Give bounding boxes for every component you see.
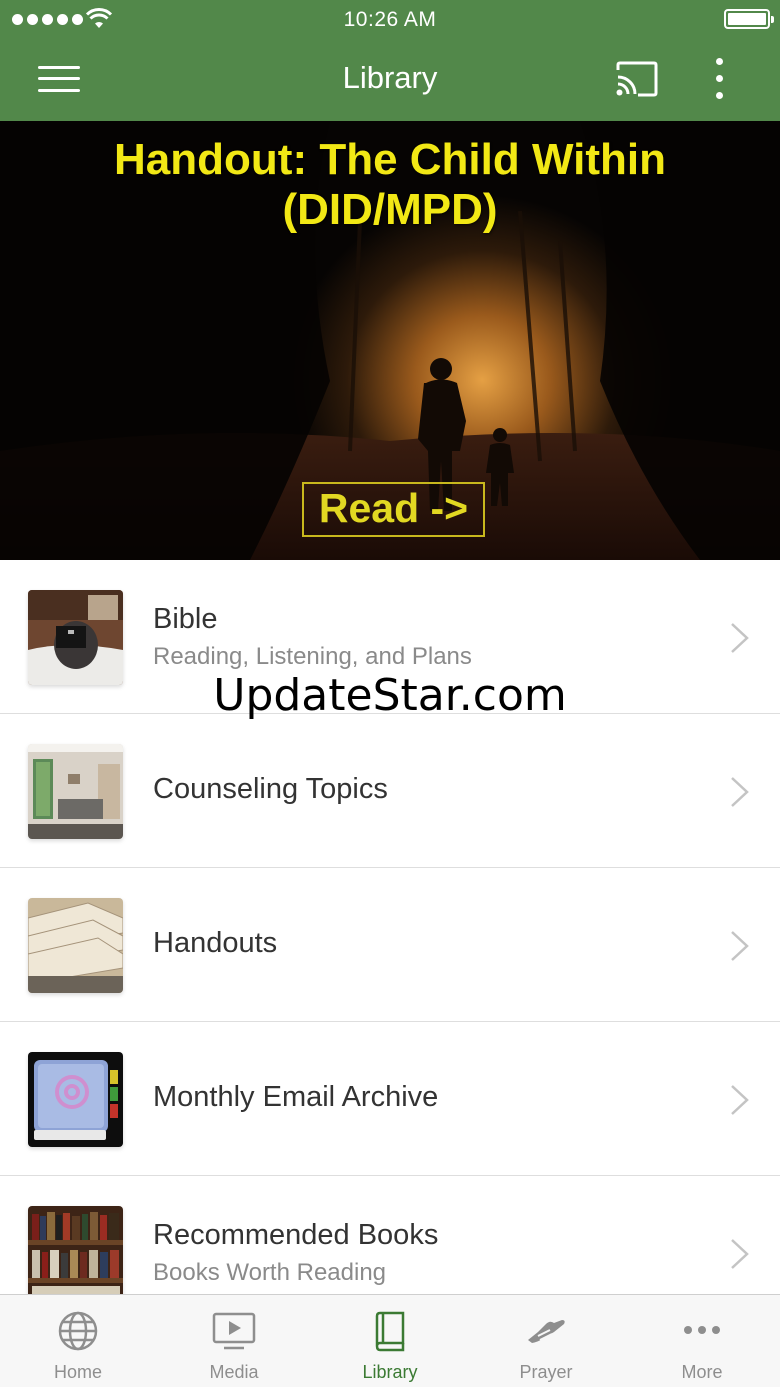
- horizontal-ellipsis-icon: [684, 1326, 720, 1334]
- chevron-right-icon: [731, 777, 749, 807]
- banner-title: Handout: The Child Within (DID/MPD): [0, 135, 780, 235]
- tab-label: Home: [53, 1362, 102, 1382]
- tv-play-icon: [212, 1312, 256, 1350]
- library-list: Bible Reading, Listening, and Plans Coun…: [0, 560, 780, 1330]
- chevron-right-icon: [731, 1085, 749, 1115]
- battery-icon: [724, 9, 774, 29]
- tab-library[interactable]: Library: [312, 1295, 468, 1387]
- cast-icon[interactable]: [614, 60, 660, 98]
- bottom-tab-bar: Home Media Library Prayer More: [0, 1294, 780, 1387]
- list-item-title: Handouts: [153, 927, 278, 959]
- tab-more[interactable]: More: [624, 1295, 780, 1387]
- status-bar: 10:26 AM: [0, 0, 780, 40]
- tab-home[interactable]: Home: [0, 1295, 156, 1387]
- list-item-monthly-email-archive[interactable]: Monthly Email Archive: [0, 1022, 780, 1176]
- email-book-thumbnail: [28, 1052, 123, 1147]
- list-item-subtitle: Books Worth Reading: [153, 1259, 387, 1286]
- list-item-handouts[interactable]: Handouts: [0, 868, 780, 1022]
- featured-banner[interactable]: Handout: The Child Within (DID/MPD) Read…: [0, 121, 780, 560]
- list-item-subtitle: Reading, Listening, and Plans: [153, 643, 472, 670]
- banner-title-line-2: (DID/MPD): [282, 185, 498, 234]
- bookshelf-thumbnail: [28, 1206, 123, 1301]
- file-folders-thumbnail: [28, 898, 123, 993]
- status-time: 10:26 AM: [343, 8, 437, 31]
- app-header: 10:26 AM Library: [0, 0, 780, 121]
- tab-label: More: [681, 1362, 723, 1382]
- list-item-title: Recommended Books: [153, 1219, 439, 1251]
- tab-label: Library: [362, 1362, 418, 1382]
- chevron-right-icon: [731, 623, 749, 653]
- hamburger-menu-icon[interactable]: [38, 64, 80, 94]
- book-icon: [375, 1311, 405, 1352]
- tab-label: Prayer: [519, 1362, 573, 1382]
- list-item-title: Bible: [153, 603, 218, 635]
- tab-media[interactable]: Media: [156, 1295, 312, 1387]
- globe-icon: [58, 1311, 98, 1351]
- page-title: Library: [342, 60, 438, 95]
- chevron-right-icon: [731, 931, 749, 961]
- list-item-bible[interactable]: Bible Reading, Listening, and Plans: [0, 560, 780, 714]
- tab-label: Media: [209, 1362, 259, 1382]
- list-item-title: Monthly Email Archive: [153, 1081, 439, 1113]
- list-item-title: Counseling Topics: [153, 773, 388, 805]
- tab-prayer[interactable]: Prayer: [468, 1295, 624, 1387]
- banner-title-line-1: Handout: The Child Within: [114, 135, 666, 184]
- vertical-ellipsis-icon[interactable]: [708, 58, 732, 102]
- praying-hands-icon: [528, 1320, 565, 1343]
- counseling-room-thumbnail: [28, 744, 123, 839]
- read-button[interactable]: Read ->: [302, 482, 485, 537]
- bible-reading-thumbnail: [28, 590, 123, 685]
- chevron-right-icon: [731, 1239, 749, 1269]
- list-item-counseling-topics[interactable]: Counseling Topics: [0, 714, 780, 868]
